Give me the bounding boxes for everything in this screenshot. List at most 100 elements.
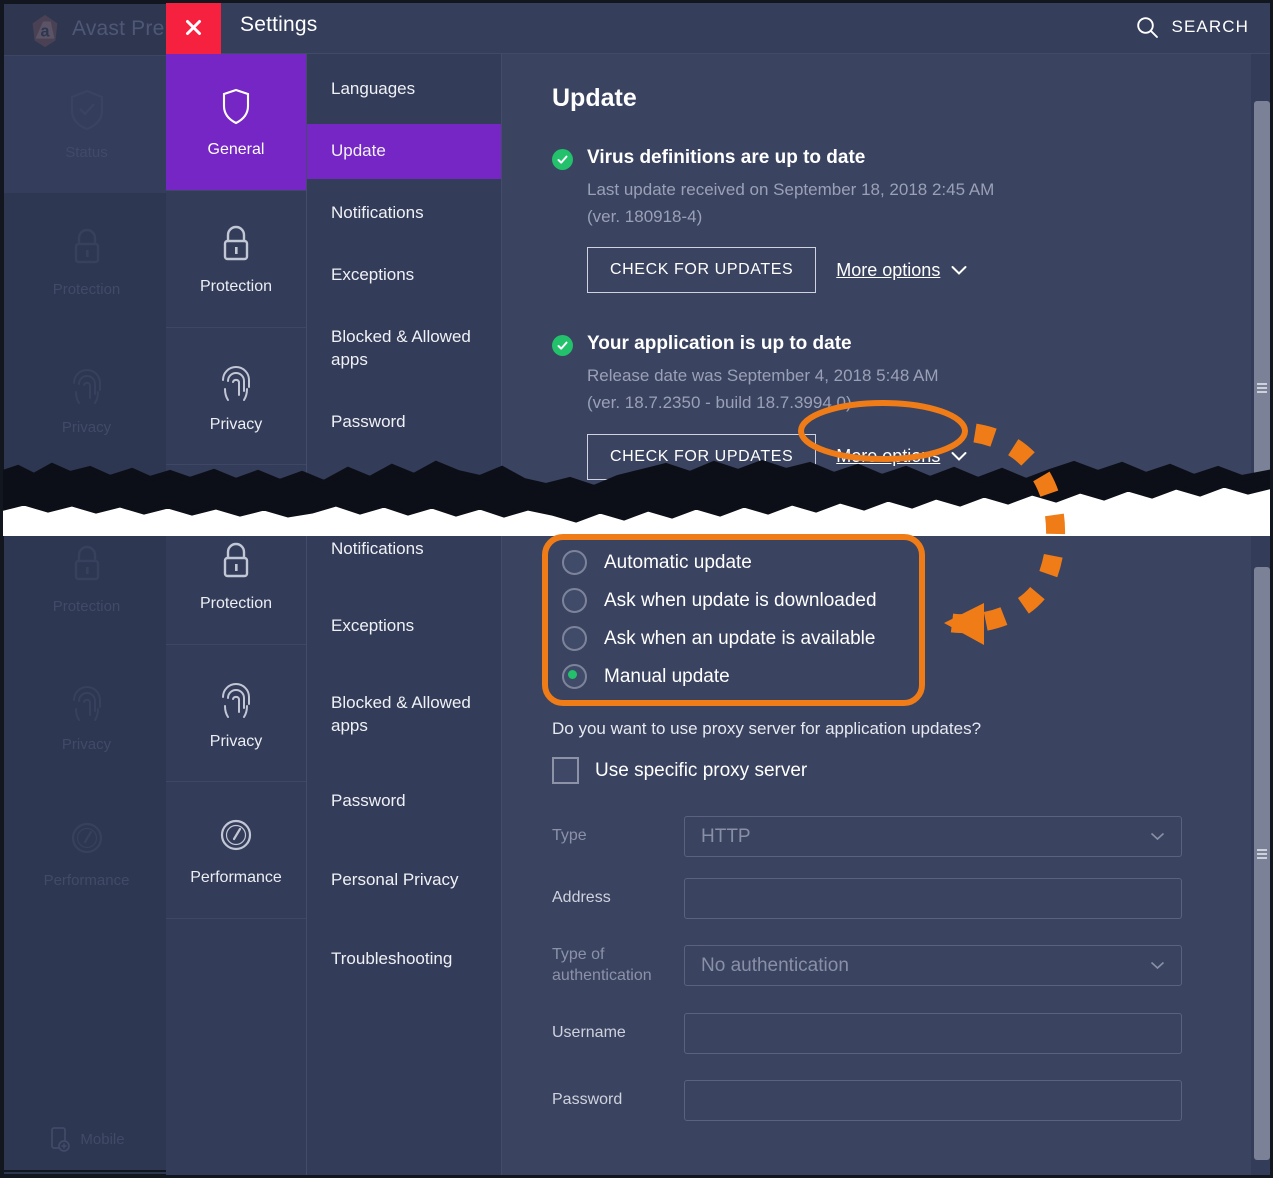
subnav-item-exceptions[interactable]: Exceptions [307, 248, 501, 303]
mobile-add-icon [51, 1127, 71, 1152]
chevron-down-icon [1150, 962, 1165, 970]
search-button[interactable]: SEARCH [1135, 11, 1249, 43]
subnav-item-troubleshooting-lower[interactable]: Troubleshooting [307, 932, 501, 987]
check-for-updates-button-application[interactable]: CHECK FOR UPDATES [587, 433, 817, 480]
grip-lines-icon [1257, 849, 1267, 859]
radio-automatic-update[interactable]: Automatic update [562, 550, 1233, 575]
application-heading: Your application is up to date [587, 333, 852, 355]
bg-sidebar-item-protection-lower[interactable]: Protection [4, 536, 169, 647]
subnav-item-notifications[interactable]: Notifications [307, 186, 501, 241]
grip-lines-icon [1257, 383, 1267, 393]
check-for-updates-button-definitions[interactable]: CHECK FOR UPDATES [587, 247, 817, 294]
proxy-password-input[interactable] [684, 1079, 1182, 1121]
radio-icon-selected [562, 664, 587, 689]
subnav-item-exceptions-lower[interactable]: Exceptions [307, 599, 501, 654]
content-scrollbar-track-lower[interactable] [1251, 536, 1273, 1178]
settings-title: Settings [240, 13, 318, 36]
subnav-item-update[interactable]: Update [307, 123, 501, 179]
proxy-password-row: Password [552, 1079, 1233, 1121]
application-line2: (ver. 18.7.2350 - build 18.7.3994.0) [587, 392, 852, 412]
bg-sidebar-label-protection: Protection [52, 281, 121, 298]
more-options-label: More options [836, 446, 941, 467]
bg-sidebar-item-status[interactable]: Status [4, 56, 169, 193]
content-scrollbar-thumb-lower[interactable] [1254, 567, 1270, 1160]
radio-label: Ask when an update is available [604, 627, 876, 649]
radio-label: Automatic update [604, 551, 752, 573]
settings-nav-item-protection-lower[interactable]: Protection [166, 536, 306, 645]
use-specific-proxy-checkbox-row[interactable]: Use specific proxy server [552, 757, 1233, 784]
search-icon [1136, 16, 1158, 38]
settings-nav-item-privacy[interactable]: Privacy [166, 328, 306, 465]
virus-definitions-line2: (ver. 180918-4) [587, 206, 703, 226]
fingerprint-icon [222, 683, 250, 718]
proxy-type-label: Type [552, 827, 587, 845]
gauge-icon [71, 822, 102, 854]
green-check-icon [552, 335, 573, 357]
proxy-auth-label: Type of authentication [552, 946, 652, 984]
bg-sidebar-label-mobile: Mobile [80, 1130, 125, 1148]
screenshot-root: a Avast Prem Status Protection Privacy S… [0, 0, 1273, 1178]
proxy-type-select[interactable]: HTTP [684, 816, 1182, 857]
proxy-address-input[interactable] [684, 878, 1182, 919]
subnav-item-password[interactable]: Password [307, 395, 501, 450]
page-title: Update [552, 84, 637, 112]
chevron-down-icon [951, 265, 967, 275]
bg-sidebar-item-performance-lower[interactable]: Performance [4, 784, 169, 921]
gauge-icon [220, 502, 252, 534]
proxy-username-input[interactable] [684, 1012, 1182, 1054]
subnav-item-blocked-allowed-apps-lower[interactable]: Blocked & Allowed apps [307, 676, 501, 754]
proxy-question: Do you want to use proxy server for appl… [552, 719, 982, 738]
settings-nav-label-protection: Protection [199, 278, 273, 295]
settings-dialog-lower: Protection Privacy Performance Notificat… [166, 536, 1273, 1178]
radio-icon [562, 626, 587, 651]
settings-content-pane-lower: Automatic update Ask when update is down… [502, 536, 1273, 1178]
proxy-address-row: Address [552, 878, 1233, 919]
proxy-auth-select[interactable]: No authentication [684, 945, 1182, 987]
bg-sidebar-item-mobile-lower[interactable]: Mobile [4, 1126, 170, 1152]
subnav-item-personal-privacy-clipped[interactable]: Pe [307, 457, 501, 512]
settings-header: Settings SEARCH [166, 0, 1273, 54]
proxy-auth-row: Type of authentication No authentication [552, 945, 1233, 987]
virus-definitions-line1: Last update received on September 18, 20… [587, 180, 995, 199]
gauge-icon [220, 819, 252, 851]
chevron-down-icon [951, 452, 967, 461]
lock-icon [74, 545, 99, 581]
settings-nav-item-general[interactable]: General [166, 54, 306, 191]
settings-nav-item-performance-lower[interactable]: Performance [166, 782, 306, 919]
radio-manual-update[interactable]: Manual update [562, 664, 1233, 689]
radio-label: Manual update [604, 665, 730, 687]
settings-primary-nav-lower: Protection Privacy Performance [166, 536, 307, 1178]
shield-icon [222, 88, 250, 125]
close-x-icon [186, 19, 201, 35]
shield-check-icon [70, 89, 103, 131]
checkbox-icon [552, 757, 579, 784]
settings-nav-item-privacy-lower[interactable]: Privacy [166, 645, 306, 782]
subnav-item-personal-privacy-lower[interactable]: Personal Privacy [307, 853, 501, 908]
bg-sidebar-label-protection: Protection [52, 598, 121, 615]
proxy-password-label: Password [552, 1090, 623, 1108]
bg-sidebar-item-privacy-lower[interactable]: Privacy [4, 647, 169, 784]
search-label: SEARCH [1171, 17, 1249, 36]
settings-nav-item-protection[interactable]: Protection [166, 191, 306, 328]
more-options-link-application[interactable]: More options [836, 446, 967, 467]
avast-logo-icon: a [32, 14, 58, 48]
subnav-item-password-lower[interactable]: Password [307, 774, 501, 829]
subnav-item-blocked-allowed-apps[interactable]: Blocked & Allowed apps [307, 310, 501, 388]
radio-ask-when-available[interactable]: Ask when an update is available [562, 626, 1233, 651]
subnav-item-languages[interactable]: Languages [307, 62, 501, 117]
proxy-form: Type HTTP Address Type of authentication… [552, 816, 1233, 1121]
update-mode-radio-group: Automatic update Ask when update is down… [562, 550, 1233, 689]
radio-ask-when-downloaded[interactable]: Ask when update is downloaded [562, 588, 1233, 613]
bg-sidebar-item-privacy[interactable]: Privacy [4, 330, 169, 467]
radio-label: Ask when update is downloaded [604, 589, 877, 611]
fingerprint-icon [72, 686, 101, 721]
settings-nav-label-general: General [207, 141, 265, 158]
proxy-auth-value: No authentication [701, 954, 849, 976]
green-check-icon [552, 149, 573, 170]
settings-nav-empty-lower [166, 919, 306, 1056]
subnav-item-notifications-lower[interactable]: Notifications [307, 536, 501, 577]
close-button[interactable] [166, 0, 221, 54]
use-specific-proxy-label: Use specific proxy server [595, 759, 808, 781]
more-options-link-definitions[interactable]: More options [836, 260, 967, 281]
bg-sidebar-item-protection[interactable]: Protection [4, 193, 169, 330]
